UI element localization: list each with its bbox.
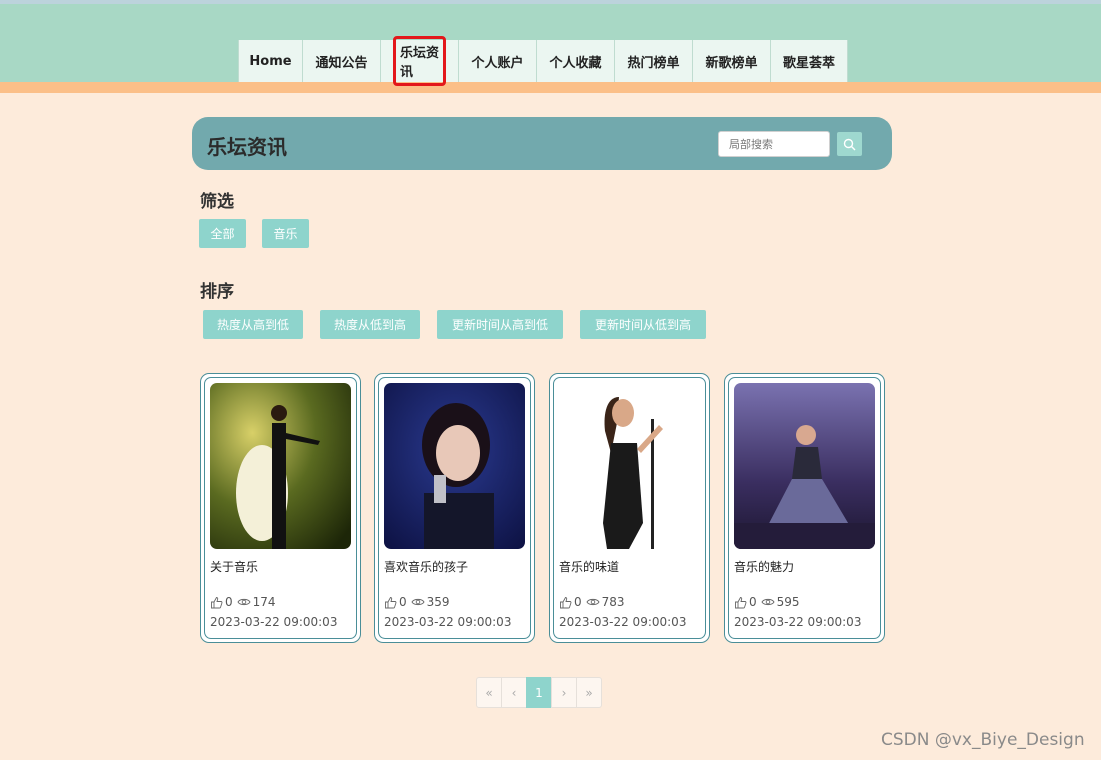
nav-item-favorites[interactable]: 个人收藏 [536, 40, 614, 82]
pagination-next-button[interactable]: › [551, 677, 577, 708]
card-stats: 0 783 [559, 595, 625, 609]
card-image[interactable] [559, 383, 700, 549]
card-image[interactable] [384, 383, 525, 549]
nav-item-label: 歌星荟萃 [783, 55, 836, 71]
likes-count: 0 [399, 595, 407, 609]
news-card[interactable]: 喜欢音乐的孩子 0 359 2023-03-22 09:00:03 [374, 373, 535, 643]
card-date: 2023-03-22 09:00:03 [734, 615, 862, 629]
views-count: 783 [601, 595, 625, 609]
nav-item-label: 乐坛资讯 [393, 36, 446, 86]
nav-item-hot-chart[interactable]: 热门榜单 [614, 40, 692, 82]
thumbs-up-icon[interactable] [559, 596, 572, 609]
news-card[interactable]: 音乐的味道 0 783 2023-03-22 09:00:03 [549, 373, 710, 643]
pagination-page-current[interactable]: 1 [526, 677, 552, 708]
nav-item-notices[interactable]: 通知公告 [302, 40, 380, 82]
nav-item-label: 个人账户 [471, 55, 524, 71]
card-title: 喜欢音乐的孩子 [384, 560, 469, 574]
views-count: 174 [252, 595, 276, 609]
eye-icon [237, 598, 251, 606]
card-date: 2023-03-22 09:00:03 [384, 615, 512, 629]
news-card[interactable]: 关于音乐 0 174 2023-03-22 09:00:03 [200, 373, 361, 643]
sort-time-desc-button[interactable]: 更新时间从高到低 [437, 310, 563, 339]
page-title: 乐坛资讯 [207, 135, 287, 159]
search-button[interactable] [837, 132, 862, 156]
nav-item-label: Home [249, 53, 292, 69]
search-icon [843, 138, 856, 150]
card-stats: 0 359 [384, 595, 450, 609]
nav-item-new-songs[interactable]: 新歌榜单 [692, 40, 770, 82]
nav-item-label: 新歌榜单 [705, 55, 758, 71]
card-date: 2023-03-22 09:00:03 [559, 615, 687, 629]
nav-item-music-news[interactable]: 乐坛资讯 [380, 36, 458, 86]
nav-item-label: 通知公告 [315, 55, 368, 71]
sort-time-asc-button[interactable]: 更新时间从低到高 [580, 310, 706, 339]
sort-hot-desc-button[interactable]: 热度从高到低 [203, 310, 303, 339]
sort-label: 排序 [200, 282, 234, 302]
filter-all-button[interactable]: 全部 [199, 219, 246, 248]
page-title-bar: 乐坛资讯 [192, 117, 892, 170]
nav-item-home[interactable]: Home [238, 40, 302, 82]
search-input[interactable] [718, 131, 830, 157]
card-stats: 0 595 [734, 595, 800, 609]
pagination-last-button[interactable]: » [576, 677, 602, 708]
thumbs-up-icon[interactable] [210, 596, 223, 609]
likes-count: 0 [225, 595, 233, 609]
eye-icon [586, 598, 600, 606]
nav-item-label: 热门榜单 [627, 55, 680, 71]
news-card[interactable]: 音乐的魅力 0 595 2023-03-22 09:00:03 [724, 373, 885, 643]
likes-count: 0 [574, 595, 582, 609]
eye-icon [411, 598, 425, 606]
filter-music-button[interactable]: 音乐 [262, 219, 309, 248]
card-title: 音乐的味道 [559, 560, 620, 574]
card-stats: 0 174 [210, 595, 276, 609]
views-count: 359 [426, 595, 450, 609]
pagination-first-button[interactable]: « [476, 677, 502, 708]
card-date: 2023-03-22 09:00:03 [210, 615, 338, 629]
views-count: 595 [776, 595, 800, 609]
pagination-prev-button[interactable]: ‹ [501, 677, 527, 708]
nav-item-label: 个人收藏 [549, 55, 602, 71]
eye-icon [761, 598, 775, 606]
nav-item-singers[interactable]: 歌星荟萃 [770, 40, 848, 82]
sort-hot-asc-button[interactable]: 热度从低到高 [320, 310, 420, 339]
filter-label: 筛选 [200, 192, 234, 212]
thumbs-up-icon[interactable] [384, 596, 397, 609]
card-image[interactable] [210, 383, 351, 549]
nav-item-account[interactable]: 个人账户 [458, 40, 536, 82]
thumbs-up-icon[interactable] [734, 596, 747, 609]
card-title: 关于音乐 [210, 560, 259, 574]
card-title: 音乐的魅力 [734, 560, 795, 574]
card-image[interactable] [734, 383, 875, 549]
watermark: CSDN @vx_Biye_Design [881, 730, 1085, 750]
pagination: « ‹ 1 › » [476, 677, 602, 708]
likes-count: 0 [749, 595, 757, 609]
main-nav: Home 通知公告 乐坛资讯 个人账户 个人收藏 热门榜单 新歌榜单 歌星荟萃 [238, 36, 848, 86]
header-accent-strip [0, 82, 1101, 93]
